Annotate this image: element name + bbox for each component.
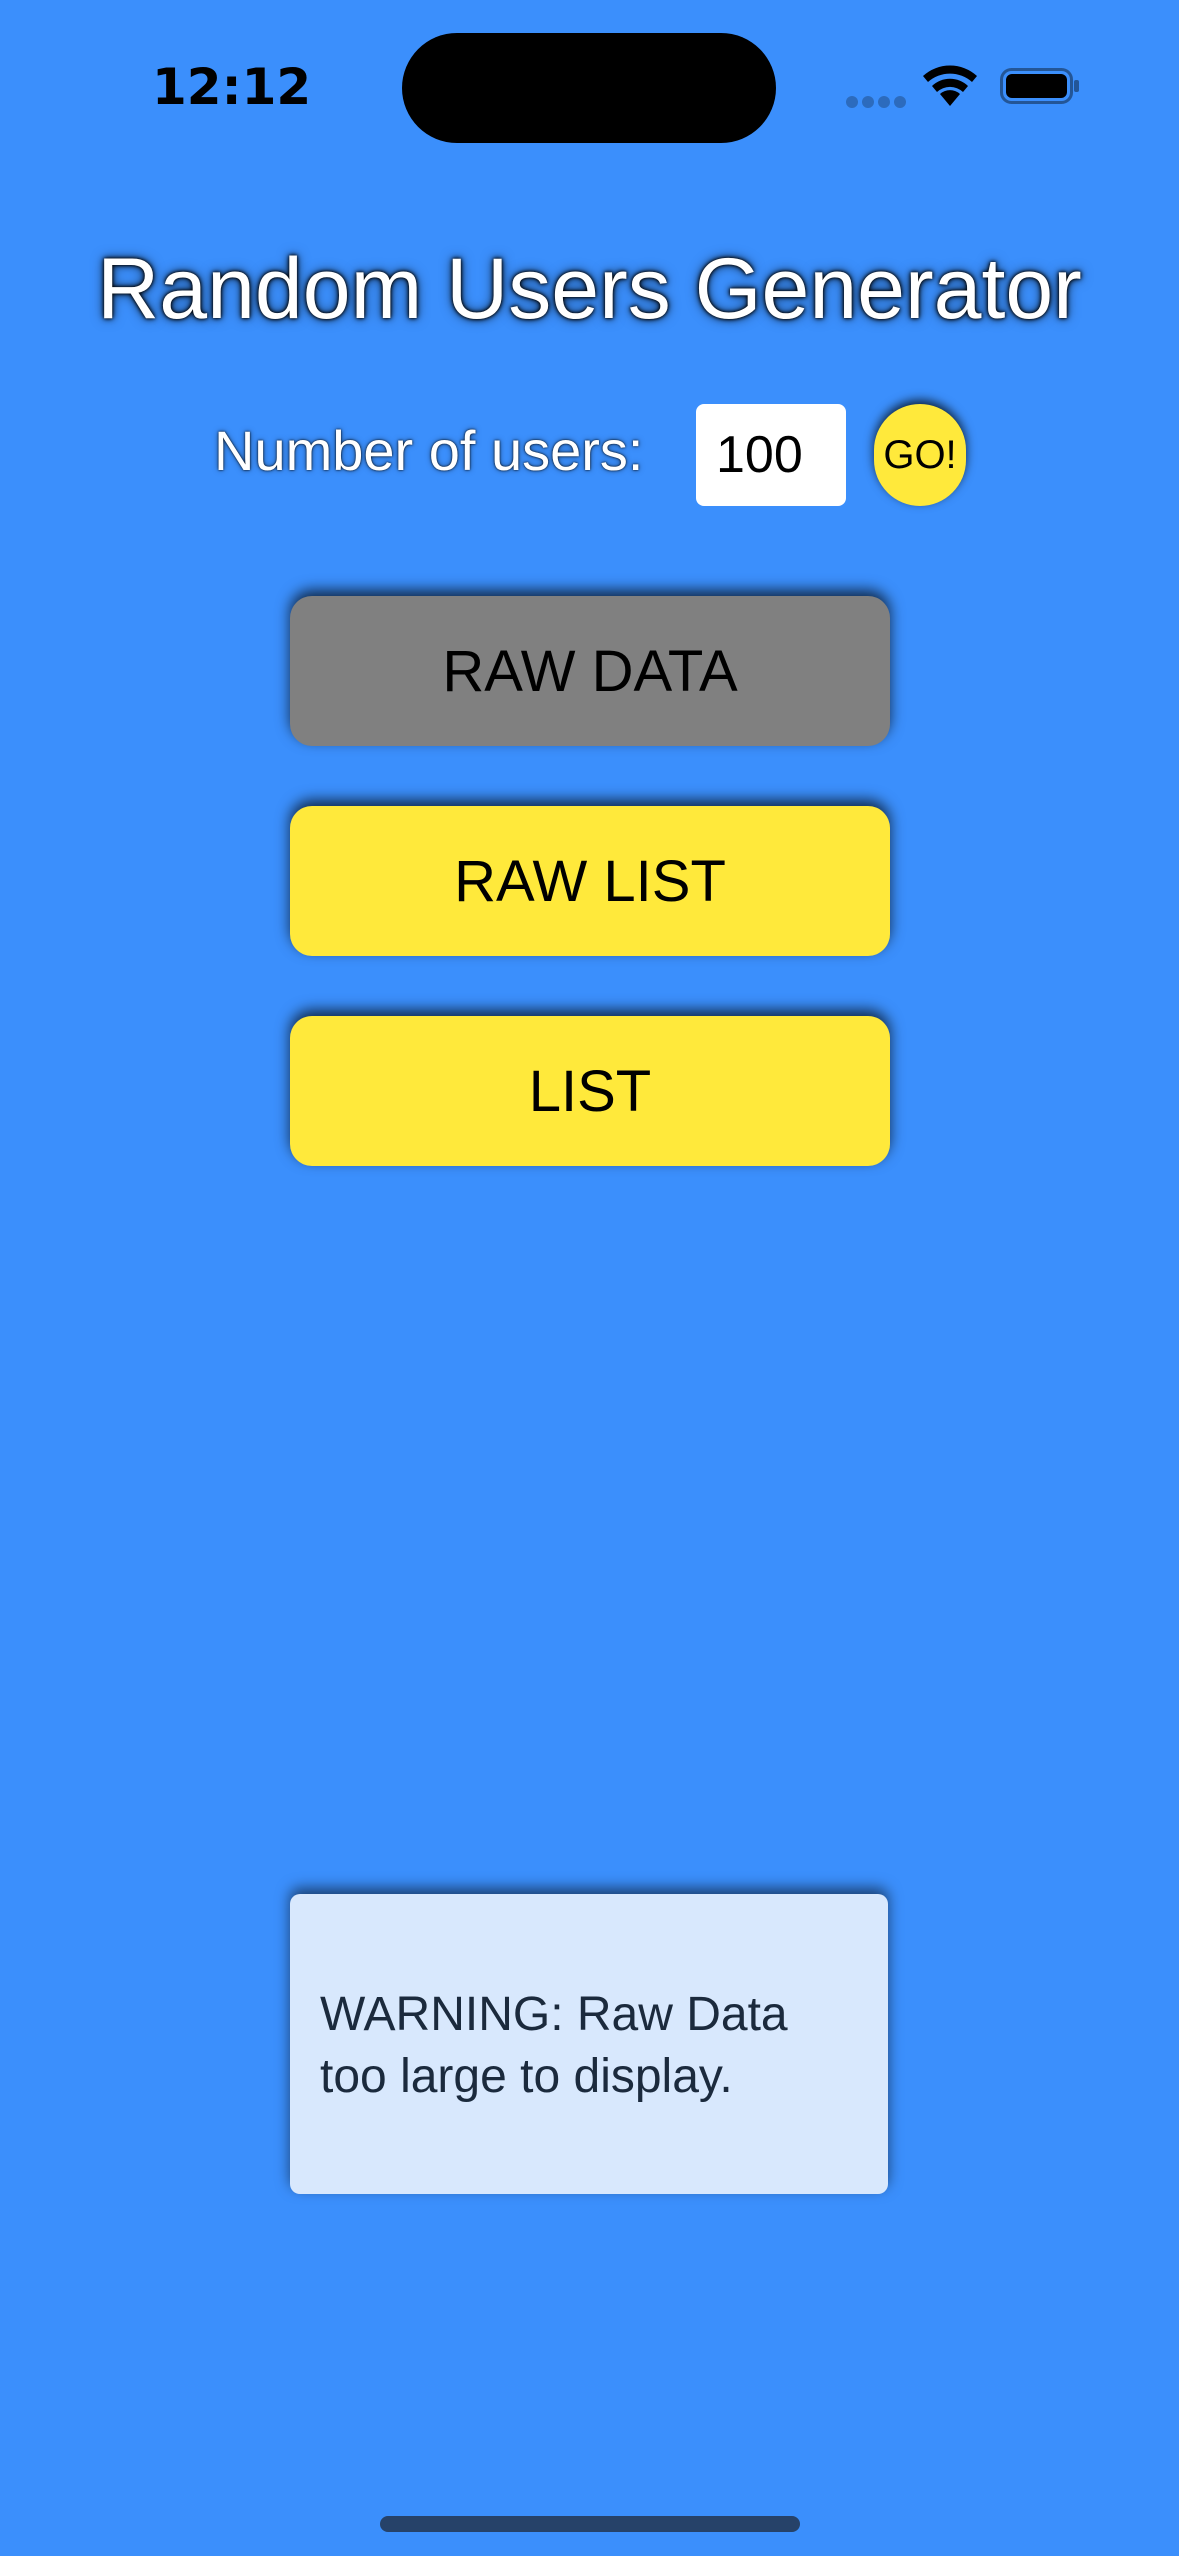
- home-indicator[interactable]: [380, 2516, 800, 2532]
- raw-list-button[interactable]: RAW LIST: [290, 806, 890, 956]
- status-icons: [840, 60, 1080, 110]
- wifi-icon: [923, 65, 977, 106]
- warning-box: WARNING: Raw Data too large to display.: [290, 1894, 888, 2194]
- status-time: 12:12: [152, 58, 312, 116]
- raw-data-button[interactable]: RAW DATA: [290, 596, 890, 746]
- dynamic-island: [402, 33, 776, 143]
- page-title: Random Users Generator: [97, 241, 1082, 337]
- battery-icon: [1000, 68, 1079, 104]
- go-button[interactable]: GO!: [874, 404, 966, 506]
- warning-text: WARNING: Raw Data too large to display.: [320, 1988, 788, 2103]
- list-button[interactable]: LIST: [290, 1016, 890, 1166]
- cellular-signal-icon: [846, 96, 906, 108]
- number-of-users-label: Number of users:: [214, 419, 644, 482]
- number-of-users-input[interactable]: [696, 404, 846, 506]
